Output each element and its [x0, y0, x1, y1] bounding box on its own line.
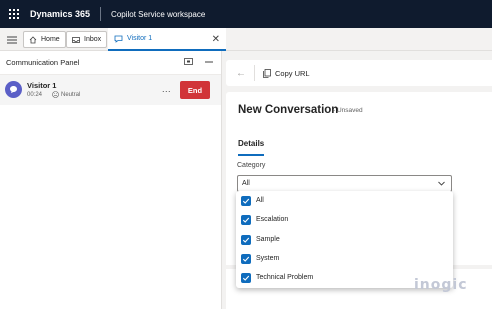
- tab-details[interactable]: Details: [238, 139, 265, 156]
- tab-visitor-1[interactable]: Visitor 1 ✕: [108, 28, 226, 51]
- copy-icon: [263, 68, 271, 78]
- option-system[interactable]: System: [236, 249, 453, 268]
- checkbox-checked-icon[interactable]: [241, 272, 251, 283]
- tab-home-label: Home: [41, 36, 60, 43]
- hamburger-menu-icon[interactable]: [4, 32, 20, 47]
- option-all[interactable]: All: [236, 191, 453, 210]
- tab-visitor-label: Visitor 1: [127, 35, 153, 42]
- communication-panel: Communication Panel Visitor 1 00:24 Neut…: [0, 51, 222, 309]
- brand-name[interactable]: Dynamics 365: [30, 9, 90, 19]
- chevron-down-icon: [438, 181, 445, 186]
- session-duration: 00:24: [27, 92, 43, 98]
- app-name[interactable]: Copilot Service workspace: [111, 10, 205, 19]
- popout-icon[interactable]: [184, 58, 193, 65]
- inbox-icon: [72, 36, 80, 43]
- checkbox-checked-icon[interactable]: [241, 214, 251, 225]
- checkbox-checked-icon[interactable]: [241, 195, 251, 206]
- topbar-divider: [100, 7, 102, 21]
- checkbox-checked-icon[interactable]: [241, 253, 251, 264]
- command-bar-divider: [254, 65, 255, 81]
- checkbox-checked-icon[interactable]: [241, 234, 251, 245]
- sentiment-label: Neutral: [61, 91, 81, 98]
- sentiment-indicator: Neutral: [52, 91, 80, 98]
- session-tab-bar: Home Inbox Visitor 1 ✕: [0, 28, 492, 51]
- visitor-name: Visitor 1: [27, 81, 57, 90]
- more-options-icon[interactable]: ...: [162, 84, 171, 94]
- chat-icon: [114, 35, 123, 43]
- command-bar: ← Copy URL: [226, 60, 492, 86]
- option-label: System: [256, 255, 280, 262]
- tab-inbox-label: Inbox: [84, 36, 102, 43]
- form-header: New Conversation - Unsaved Details: [226, 92, 492, 162]
- end-session-button[interactable]: End: [180, 81, 210, 99]
- copy-url-button[interactable]: Copy URL: [263, 69, 310, 78]
- tab-inbox[interactable]: Inbox: [66, 31, 108, 48]
- copy-url-label: Copy URL: [275, 68, 310, 78]
- option-escalation[interactable]: Escalation: [236, 210, 453, 229]
- app-launcher-icon[interactable]: [4, 0, 24, 28]
- tab-home[interactable]: Home: [23, 31, 66, 48]
- option-label: Technical Problem: [256, 274, 314, 281]
- close-tab-icon[interactable]: ✕: [212, 34, 220, 45]
- minimize-icon[interactable]: [205, 61, 213, 63]
- option-label: Escalation: [256, 216, 289, 223]
- session-item[interactable]: Visitor 1 00:24 Neutral ... End: [0, 75, 221, 105]
- home-icon: [29, 35, 37, 43]
- communication-panel-title: Communication Panel: [6, 58, 80, 67]
- communication-panel-header: Communication Panel: [0, 51, 221, 75]
- option-label: Sample: [256, 236, 280, 243]
- option-sample[interactable]: Sample: [236, 230, 453, 249]
- category-label: Category: [237, 162, 266, 169]
- category-dropdown-list: All Escalation Sample System Technical P…: [236, 191, 453, 288]
- category-value: All: [242, 180, 250, 187]
- top-bar: Dynamics 365 Copilot Service workspace: [0, 0, 492, 28]
- back-arrow-icon[interactable]: ←: [236, 68, 246, 79]
- neutral-face-icon: [52, 91, 59, 98]
- save-status: - Unsaved: [333, 107, 363, 114]
- option-label: All: [256, 197, 264, 204]
- category-select[interactable]: All: [237, 175, 452, 192]
- page-title: New Conversation: [238, 104, 339, 116]
- chat-avatar-icon: [5, 81, 22, 98]
- watermark-logo: inogic: [414, 277, 468, 293]
